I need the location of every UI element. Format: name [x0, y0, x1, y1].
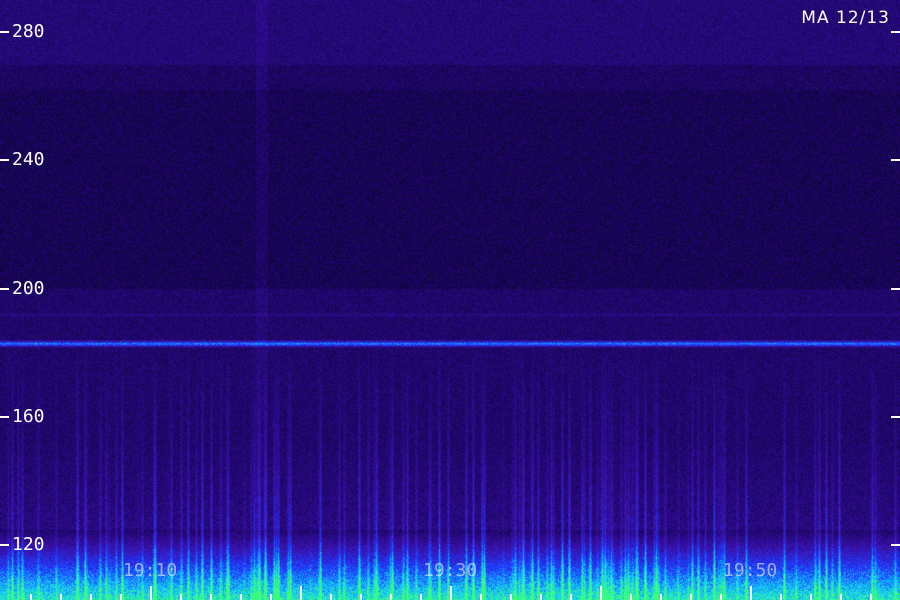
y-tick-right-120: [891, 544, 900, 546]
x-tick-28: [420, 594, 422, 600]
y-tick-label-120: 120: [12, 534, 45, 555]
y-tick-right-200: [891, 288, 900, 290]
x-tick-42: [630, 594, 632, 600]
spectrogram-plot: [0, 0, 900, 600]
x-tick-56: [840, 594, 842, 600]
x-tick-30: [450, 586, 452, 600]
x-tick-38: [570, 594, 572, 600]
x-tick-50: [750, 586, 752, 600]
x-tick-34: [510, 594, 512, 600]
x-tick-10: [150, 586, 152, 600]
y-tick-200: [0, 288, 9, 290]
x-tick-52: [780, 594, 782, 600]
x-tick-20: [300, 586, 302, 600]
y-tick-120: [0, 544, 9, 546]
y-tick-right-240: [891, 159, 900, 161]
y-tick-label-280: 280: [12, 21, 45, 42]
x-tick-32: [480, 594, 482, 600]
y-tick-160: [0, 416, 9, 418]
x-tick-18: [270, 594, 272, 600]
x-tick-label-19:30: 19:30: [423, 560, 478, 581]
x-tick-26: [390, 594, 392, 600]
x-tick-36: [540, 594, 542, 600]
x-tick-40: [600, 586, 602, 600]
x-tick-16: [240, 594, 242, 600]
x-tick-14: [210, 594, 212, 600]
x-tick-2: [30, 594, 32, 600]
x-tick-4: [60, 594, 62, 600]
y-tick-right-280: [891, 31, 900, 33]
x-tick-44: [660, 594, 662, 600]
x-tick-6: [90, 594, 92, 600]
x-tick-8: [120, 594, 122, 600]
y-tick-label-160: 160: [12, 406, 45, 427]
x-tick-label-19:10: 19:10: [123, 560, 178, 581]
x-tick-label-19:50: 19:50: [723, 560, 778, 581]
station-date-label: MA 12/13: [801, 8, 890, 28]
y-tick-240: [0, 159, 9, 161]
x-tick-24: [360, 594, 362, 600]
x-tick-22: [330, 594, 332, 600]
x-tick-46: [690, 594, 692, 600]
x-tick-54: [810, 594, 812, 600]
y-tick-280: [0, 31, 9, 33]
y-tick-right-160: [891, 416, 900, 418]
x-tick-48: [720, 594, 722, 600]
y-tick-label-240: 240: [12, 149, 45, 170]
x-tick-58: [870, 594, 872, 600]
y-tick-label-200: 200: [12, 278, 45, 299]
x-tick-12: [180, 594, 182, 600]
